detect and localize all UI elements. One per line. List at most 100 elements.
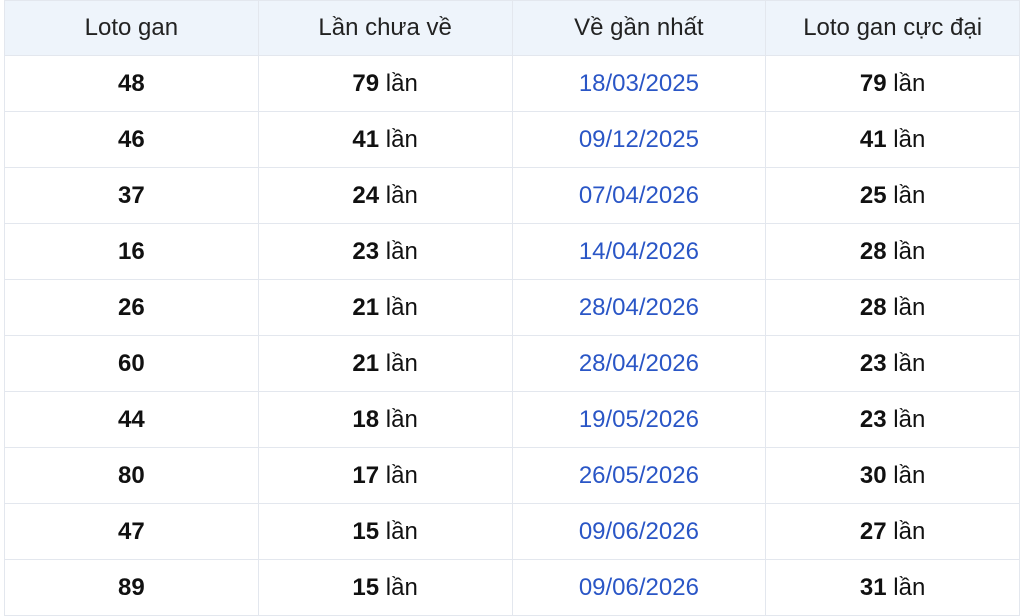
- missed-count-cell: 17 lần: [257, 447, 513, 504]
- max-gan-unit: lần: [893, 181, 926, 209]
- loto-number-cell: 80: [4, 447, 259, 504]
- last-seen-date: 18/03/2025: [511, 55, 767, 112]
- max-gan-cell: 41 lần: [765, 111, 1020, 168]
- missed-count: 41: [352, 125, 380, 153]
- missed-unit: lần: [385, 237, 418, 265]
- missed-count: 21: [352, 349, 380, 377]
- max-gan-cell: 23 lần: [765, 335, 1020, 392]
- max-gan-unit: lần: [893, 573, 926, 601]
- table-row: 26 21 lần 28/04/2026 28 lần: [4, 279, 1020, 336]
- missed-count-cell: 18 lần: [257, 391, 513, 448]
- table-row: 80 17 lần 26/05/2026 30 lần: [4, 447, 1020, 504]
- max-gan-count: 27: [859, 517, 887, 545]
- missed-unit: lần: [385, 349, 418, 377]
- loto-gan-table-container: Loto gan Lần chưa về Về gần nhất Loto ga…: [4, 0, 1020, 616]
- max-gan-unit: lần: [893, 461, 926, 489]
- loto-number: 44: [118, 405, 145, 433]
- missed-unit: lần: [385, 461, 418, 489]
- last-seen-date: 09/06/2026: [511, 503, 767, 560]
- header-ve-gan-nhat: Về gần nhất: [511, 0, 767, 56]
- max-gan-unit: lần: [893, 69, 926, 97]
- table-row: 44 18 lần 19/05/2026 23 lần: [4, 391, 1020, 448]
- table-row: 47 15 lần 09/06/2026 27 lần: [4, 503, 1020, 560]
- loto-number: 60: [118, 349, 145, 377]
- loto-number: 89: [118, 573, 145, 601]
- missed-unit: lần: [385, 181, 418, 209]
- max-gan-cell: 31 lần: [765, 559, 1020, 616]
- missed-count-cell: 15 lần: [257, 503, 513, 560]
- missed-unit: lần: [385, 573, 418, 601]
- header-row: Loto gan Lần chưa về Về gần nhất Loto ga…: [4, 0, 1020, 56]
- last-seen-date: 19/05/2026: [511, 391, 767, 448]
- table-row: 37 24 lần 07/04/2026 25 lần: [4, 167, 1020, 224]
- max-gan-count: 31: [859, 573, 887, 601]
- missed-count: 15: [352, 573, 380, 601]
- max-gan-count: 23: [859, 405, 887, 433]
- table-row: 16 23 lần 14/04/2026 28 lần: [4, 223, 1020, 280]
- missed-unit: lần: [385, 125, 418, 153]
- missed-unit: lần: [385, 69, 418, 97]
- loto-number: 16: [118, 237, 145, 265]
- missed-count: 17: [352, 461, 380, 489]
- missed-count-cell: 23 lần: [257, 223, 513, 280]
- loto-number-cell: 26: [4, 279, 259, 336]
- max-gan-cell: 79 lần: [765, 55, 1020, 112]
- header-loto-gan-cuc-dai: Loto gan cực đại: [765, 0, 1020, 56]
- max-gan-unit: lần: [893, 517, 926, 545]
- header-lan-chua-ve: Lần chưa về: [257, 0, 513, 56]
- loto-number-cell: 46: [4, 111, 259, 168]
- loto-gan-table: Loto gan Lần chưa về Về gần nhất Loto ga…: [4, 0, 1020, 616]
- max-gan-count: 25: [859, 181, 887, 209]
- missed-count: 24: [352, 181, 380, 209]
- max-gan-cell: 25 lần: [765, 167, 1020, 224]
- table-header: Loto gan Lần chưa về Về gần nhất Loto ga…: [4, 0, 1020, 56]
- loto-number: 37: [118, 181, 145, 209]
- loto-number: 26: [118, 293, 145, 321]
- loto-number-cell: 89: [4, 559, 259, 616]
- missed-count: 18: [352, 405, 380, 433]
- table-row: 46 41 lần 09/12/2025 41 lần: [4, 111, 1020, 168]
- missed-count: 79: [352, 69, 380, 97]
- max-gan-count: 41: [859, 125, 887, 153]
- max-gan-unit: lần: [893, 405, 926, 433]
- max-gan-cell: 27 lần: [765, 503, 1020, 560]
- loto-number-cell: 37: [4, 167, 259, 224]
- max-gan-count: 28: [859, 293, 887, 321]
- loto-number-cell: 44: [4, 391, 259, 448]
- last-seen-date: 26/05/2026: [511, 447, 767, 504]
- table-row: 48 79 lần 18/03/2025 79 lần: [4, 55, 1020, 112]
- missed-count-cell: 24 lần: [257, 167, 513, 224]
- loto-number: 47: [118, 517, 145, 545]
- last-seen-date: 07/04/2026: [511, 167, 767, 224]
- max-gan-unit: lần: [893, 125, 926, 153]
- loto-number-cell: 16: [4, 223, 259, 280]
- max-gan-count: 23: [859, 349, 887, 377]
- header-loto-gan: Loto gan: [4, 0, 259, 56]
- last-seen-date: 09/06/2026: [511, 559, 767, 616]
- missed-count-cell: 15 lần: [257, 559, 513, 616]
- table-row: 89 15 lần 09/06/2026 31 lần: [4, 559, 1020, 616]
- last-seen-date: 14/04/2026: [511, 223, 767, 280]
- loto-number: 48: [118, 69, 145, 97]
- missed-count: 21: [352, 293, 380, 321]
- last-seen-date: 09/12/2025: [511, 111, 767, 168]
- max-gan-cell: 23 lần: [765, 391, 1020, 448]
- max-gan-unit: lần: [893, 349, 926, 377]
- missed-count-cell: 79 lần: [257, 55, 513, 112]
- table-body: 48 79 lần 18/03/2025 79 lần 46 41 lần 09/12/20…: [4, 55, 1020, 616]
- missed-count: 15: [352, 517, 380, 545]
- loto-number: 80: [118, 461, 145, 489]
- missed-unit: lần: [385, 517, 418, 545]
- max-gan-unit: lần: [893, 293, 926, 321]
- max-gan-unit: lần: [893, 237, 926, 265]
- loto-number: 46: [118, 125, 145, 153]
- max-gan-cell: 28 lần: [765, 223, 1020, 280]
- loto-number-cell: 47: [4, 503, 259, 560]
- missed-unit: lần: [385, 293, 418, 321]
- loto-number-cell: 48: [4, 55, 259, 112]
- missed-unit: lần: [385, 405, 418, 433]
- last-seen-date: 28/04/2026: [511, 279, 767, 336]
- missed-count-cell: 21 lần: [257, 279, 513, 336]
- last-seen-date: 28/04/2026: [511, 335, 767, 392]
- missed-count-cell: 41 lần: [257, 111, 513, 168]
